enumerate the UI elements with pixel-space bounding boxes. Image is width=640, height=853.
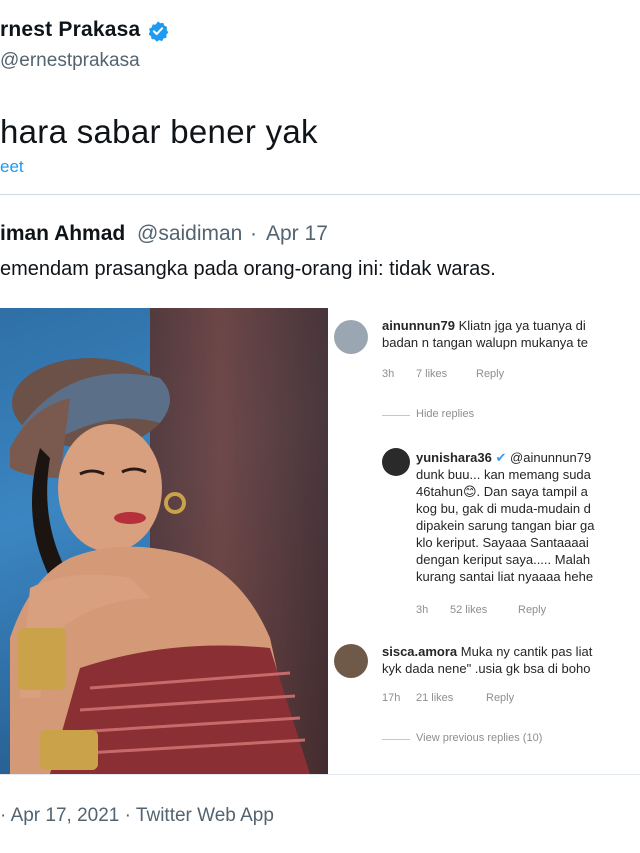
comment-line: yunishara36 ✔ @ainunnun79	[416, 450, 591, 465]
comment-likes: 21 likes	[416, 692, 454, 704]
comment-line: sisca.amora Muka ny cantik pas liat	[382, 644, 592, 659]
tweet-timestamp[interactable]: Apr 17, 2021	[11, 805, 120, 826]
tweet-link[interactable]: eet	[0, 157, 24, 177]
comment-text: Kliatn jga ya tuanya di	[458, 318, 586, 333]
avatar	[334, 320, 368, 354]
tweet-metadata: · Apr 17, 2021 · Twitter Web App	[0, 805, 274, 827]
comment-mention: @ainunnun79	[510, 450, 592, 465]
instagram-comments-screenshot: ainunnun79 Kliatn jga ya tuanya di badan…	[330, 308, 640, 774]
quoted-author-name[interactable]: iman Ahmad	[0, 222, 125, 246]
quoted-date[interactable]: Apr 17	[266, 222, 328, 246]
footer-separator: ·	[124, 805, 131, 826]
comment-text: klo keriput. Sayaaa Santaaaai	[416, 535, 589, 550]
avatar	[334, 644, 368, 678]
divider	[0, 194, 640, 195]
tweet-text: hara sabar bener yak	[0, 113, 318, 150]
comment-time: 17h	[382, 692, 401, 704]
quoted-separator: ·	[250, 222, 257, 245]
comment-username: ainunnun79	[382, 318, 455, 333]
author-name[interactable]: rnest Prakasa	[0, 18, 140, 42]
comment-text: kurang santai liat nyaaaa hehe	[416, 569, 594, 584]
avatar	[382, 448, 410, 476]
hide-replies: Hide replies	[416, 408, 475, 420]
divider	[382, 739, 410, 740]
comment-time: 3h	[416, 604, 429, 616]
quoted-text: emendam prasangka pada orang-orang ini: …	[0, 258, 496, 280]
quoted-media[interactable]: ainunnun79 Kliatn jga ya tuanya di badan…	[0, 308, 640, 774]
woman-portrait-image	[10, 358, 310, 774]
view-previous-replies: View previous replies (10)	[416, 732, 543, 744]
comment-likes: 7 likes	[416, 368, 448, 380]
author-handle[interactable]: @ernestprakasa	[0, 50, 140, 72]
quoted-author-handle[interactable]: @saidiman	[137, 222, 242, 246]
comment-time: 3h	[382, 368, 395, 380]
comment-line: ainunnun79 Kliatn jga ya tuanya di	[382, 318, 586, 333]
comment-text: kyk dada nene" .usia gk bsa di boho	[382, 661, 591, 676]
comment-reply: Reply	[476, 368, 505, 380]
comment-text: Muka ny cantik pas liat	[460, 644, 593, 659]
comment-text: dipakein sarung tangan biar ga	[416, 518, 595, 533]
comment-text: dengan keriput saya..... Malah	[416, 552, 591, 567]
verified-badge-icon	[147, 20, 169, 42]
media-border	[0, 774, 640, 775]
photo	[0, 308, 328, 774]
comment-likes: 52 likes	[450, 604, 488, 616]
comment-text: 46tahun😊. Dan saya tampil a	[416, 484, 588, 499]
tweet-source[interactable]: Twitter Web App	[136, 805, 274, 826]
comment-text: badan n tangan walupn mukanya te	[382, 335, 588, 350]
divider	[382, 415, 410, 416]
footer-prefix: ·	[0, 805, 7, 826]
comment-username: sisca.amora	[382, 644, 458, 659]
comment-username: yunishara36	[416, 450, 492, 465]
comment-reply: Reply	[486, 692, 515, 704]
comment-text: kog bu, gak di muda-mudain d	[416, 501, 591, 516]
verified-icon: ✔	[495, 450, 507, 465]
comment-text: dunk buu... kan memang suda	[416, 467, 591, 482]
comment-reply: Reply	[518, 604, 547, 616]
